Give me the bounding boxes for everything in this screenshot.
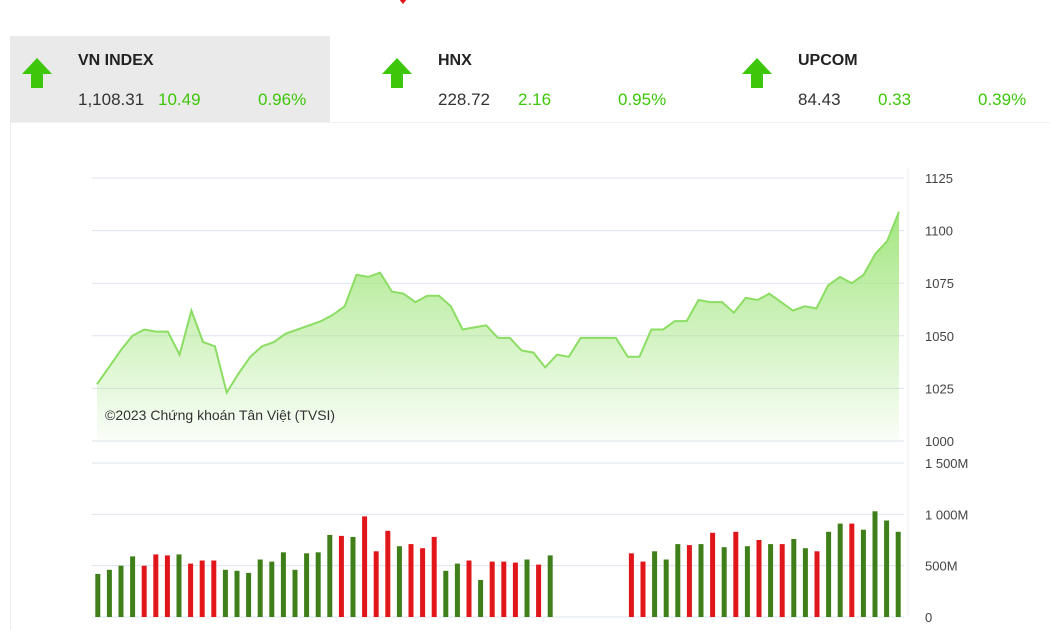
index-value: 84.43 — [798, 90, 841, 109]
price-tick-label: 1125 — [925, 171, 953, 186]
index-name: HNX — [438, 52, 472, 69]
volume-bar — [872, 511, 878, 617]
volume-bar — [211, 560, 217, 617]
chart-panel: 1125 1100 1075 1050 1025 1000 ©2023 Chứng khoá… — [10, 122, 1050, 630]
index-name: UPCOM — [798, 52, 858, 69]
volume-bar — [628, 553, 634, 617]
volume-bar — [257, 559, 263, 617]
volume-bar — [95, 573, 101, 617]
volume-bar — [478, 580, 484, 617]
price-tick-label: 1075 — [925, 276, 954, 291]
volume-bar — [199, 560, 205, 617]
volume-bar — [118, 565, 124, 617]
volume-bar — [304, 553, 310, 617]
volume-bar — [884, 520, 890, 617]
index-percent: 0.39% — [978, 90, 1027, 109]
volume-bar — [246, 572, 252, 617]
volume-bar — [768, 544, 774, 617]
index-tabs: VN INDEX 1,108.31 10.49 0.96% HNX 228.72… — [10, 36, 1050, 122]
volume-bar — [176, 554, 182, 617]
volume-tick-label: 500M — [925, 559, 958, 574]
volume-bar — [895, 531, 901, 617]
volume-bar — [280, 552, 286, 617]
volume-bar — [269, 561, 275, 617]
volume-bar — [756, 540, 762, 617]
volume-bar — [234, 570, 240, 617]
volume-bar — [292, 569, 298, 617]
chart-credit: ©2023 Chứng khoán Tân Việt (TVSI) — [105, 407, 335, 423]
volume-bar — [686, 545, 692, 617]
tab-vn-index[interactable]: VN INDEX 1,108.31 10.49 0.96% — [10, 36, 330, 122]
volume-bar — [849, 523, 855, 617]
volume-bar — [443, 570, 449, 617]
volume-bar — [860, 529, 866, 617]
index-change: 0.33 — [878, 90, 912, 109]
volume-bar — [385, 530, 391, 617]
volume-bar — [675, 544, 681, 617]
volume-bar — [408, 544, 414, 617]
volume-bar — [362, 516, 368, 617]
arrow-up-icon — [382, 58, 412, 88]
top-down-marker-icon — [399, 0, 407, 4]
volume-bar — [802, 548, 808, 617]
volume-bar — [721, 547, 727, 617]
volume-bar — [130, 556, 136, 617]
volume-bar — [338, 535, 344, 617]
volume-bar — [315, 552, 321, 617]
volume-bar — [501, 561, 507, 617]
volume-bar — [652, 551, 658, 617]
index-value: 228.72 — [438, 90, 490, 109]
volume-bar — [222, 569, 228, 617]
index-name: VN INDEX — [78, 52, 154, 69]
price-tick-label: 1000 — [925, 434, 954, 449]
index-change: 2.16 — [518, 90, 552, 109]
volume-bar — [141, 565, 147, 617]
volume-bar — [153, 554, 159, 617]
volume-bar — [373, 551, 379, 617]
arrow-up-icon — [22, 58, 52, 88]
volume-bar — [826, 531, 832, 617]
volume-bar — [663, 559, 669, 617]
volume-bar — [640, 561, 646, 617]
volume-bar — [164, 555, 170, 617]
index-change: 10.49 — [158, 90, 201, 109]
price-tick-label: 1100 — [925, 224, 953, 239]
price-tick-label: 1050 — [925, 329, 954, 344]
volume-bar — [431, 536, 437, 617]
volume-bar — [524, 559, 530, 617]
price-tick-label: 1025 — [925, 381, 954, 396]
volume-bar — [744, 546, 750, 617]
volume-bar — [188, 563, 194, 617]
volume-bar — [710, 532, 716, 617]
volume-bar — [779, 544, 785, 617]
volume-bar — [536, 564, 542, 617]
volume-bar — [791, 539, 797, 617]
volume-bar — [489, 561, 495, 617]
volume-bar — [327, 534, 333, 617]
index-value: 1,108.31 — [78, 90, 145, 109]
volume-tick-label: 1 500M — [925, 456, 968, 471]
volume-bar — [698, 544, 704, 617]
tab-upcom[interactable]: UPCOM 84.43 0.33 0.39% — [730, 36, 1050, 122]
volume-bar — [454, 563, 460, 617]
volume-bar — [837, 523, 843, 617]
volume-tick-label: 0 — [925, 610, 932, 625]
volume-bar — [547, 555, 553, 617]
volume-bar — [396, 546, 402, 617]
index-chart[interactable]: 1125 1100 1075 1050 1025 1000 ©2023 Chứng khoá… — [11, 123, 1050, 630]
index-percent: 0.96% — [258, 90, 307, 109]
volume-bar — [466, 560, 472, 617]
volume-bar — [512, 562, 518, 617]
volume-bar — [106, 569, 112, 617]
tab-hnx[interactable]: HNX 228.72 2.16 0.95% — [370, 36, 690, 122]
volume-bar — [350, 536, 356, 617]
arrow-up-icon — [742, 58, 772, 88]
index-percent: 0.95% — [618, 90, 667, 109]
volume-tick-label: 1 000M — [925, 507, 968, 522]
volume-bar — [420, 548, 426, 617]
volume-bar — [733, 531, 739, 617]
volume-bar — [814, 551, 820, 617]
